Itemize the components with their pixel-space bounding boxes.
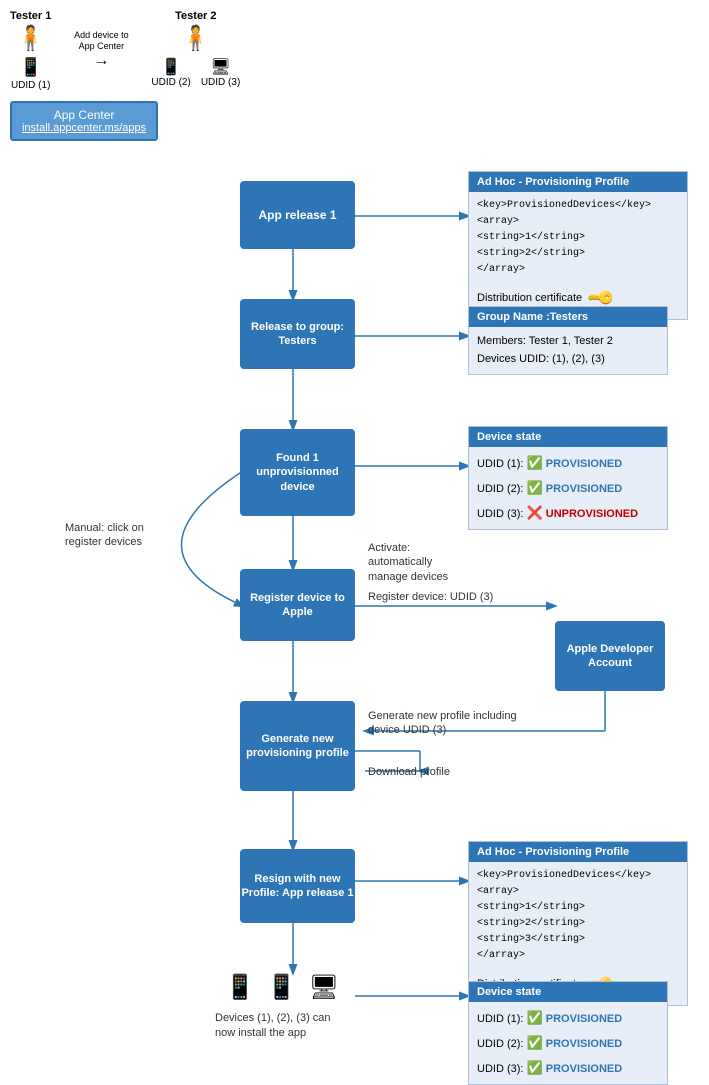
check-icon-4: ✅: [527, 1035, 543, 1050]
tester1-figure: Tester 1 🧍 📱 UDID (1): [10, 10, 51, 91]
resign-box: Resign with new Profile: App release 1: [240, 849, 355, 923]
device-state-panel-2: Device state UDID (1): ✅ PROVISIONED UDI…: [468, 981, 668, 1085]
tester1-label: Tester 1: [10, 10, 51, 22]
generate-new-label: Generate new profile including device UD…: [368, 709, 518, 738]
tester2-person-icon: 🧍: [181, 24, 211, 53]
register-device-label: Register device: UDID (3): [368, 591, 518, 603]
group-panel-header: Group Name :Testers: [469, 307, 667, 327]
generate-profile-box: Generate new provisioning profile: [240, 701, 355, 791]
tester-section: Tester 1 🧍 📱 UDID (1) Add device to App …: [0, 0, 709, 96]
flow-area: App release 1 Ad Hoc - Provisioning Prof…: [0, 161, 709, 1061]
tester2-udid2: UDID (2): [151, 77, 190, 88]
register-device-box: Register device to Apple: [240, 569, 355, 641]
arrow-right-icon: →: [93, 52, 109, 70]
check-icon-2: ✅: [527, 480, 543, 495]
phone-icon-1: 📱: [225, 973, 255, 1002]
app-center-box[interactable]: App Center install.appcenter.ms/apps: [10, 101, 158, 141]
device-state-panel-1: Device state UDID (1): ✅ PROVISIONED UDI…: [468, 426, 668, 530]
phone-icon-2: 📱: [267, 973, 297, 1002]
tester2-udid3: UDID (3): [201, 77, 240, 88]
tester1-person-icon: 🧍: [16, 24, 46, 53]
tester2-figure: Tester 2 🧍 📱 UDID (2) 🖥 UDID (3): [151, 10, 240, 88]
release-group-box: Release to group: Testers: [240, 299, 355, 369]
download-profile-label: Download profile: [368, 766, 488, 778]
tester2-tablet-icon: 🖥: [210, 57, 230, 77]
activate-label: Activate: automatically manage devices: [368, 541, 458, 584]
apple-dev-box: Apple Developer Account: [555, 621, 665, 691]
check-icon-5: ✅: [527, 1060, 543, 1075]
app-center-link[interactable]: install.appcenter.ms/apps: [22, 122, 146, 134]
x-icon-1: ❌: [527, 505, 543, 520]
prov-panel-1-body: <key>ProvisionedDevices</key> <array> <s…: [469, 192, 687, 319]
diagram-container: Tester 1 🧍 📱 UDID (1) Add device to App …: [0, 0, 709, 1066]
tester2-phone-icon: 📱: [161, 57, 181, 77]
tester2-label: Tester 2: [175, 10, 216, 22]
found-device-box: Found 1 unprovisionned device: [240, 429, 355, 516]
provisioning-panel-1: Ad Hoc - Provisioning Profile <key>Provi…: [468, 171, 688, 320]
devices-install-label: Devices (1), (2), (3) can now install th…: [215, 1011, 345, 1042]
tester1-phone-icon: 📱: [19, 57, 41, 78]
add-device-label: Add device to App Center: [71, 30, 131, 52]
check-icon-1: ✅: [527, 455, 543, 470]
check-icon-3: ✅: [527, 1010, 543, 1025]
bottom-devices: 📱 📱 🖥: [225, 973, 339, 1002]
app-release-box: App release 1: [240, 181, 355, 249]
group-panel: Group Name :Testers Members: Tester 1, T…: [468, 306, 668, 375]
prov-panel-1-header: Ad Hoc - Provisioning Profile: [469, 172, 687, 192]
tablet-icon-bottom: 🖥: [309, 973, 339, 1002]
app-center-title: App Center: [22, 108, 146, 122]
tester1-udid: UDID (1): [11, 80, 50, 91]
manual-label: Manual: click on register devices: [65, 521, 145, 550]
